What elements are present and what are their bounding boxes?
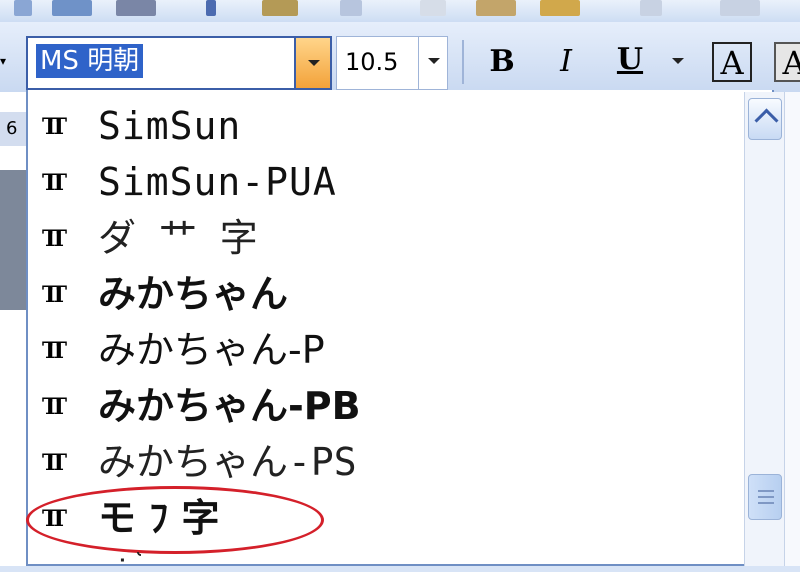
truetype-font-icon: TT [42,394,67,420]
font-item-mikachan-pb[interactable]: TT みかちゃん-PB [28,378,744,434]
toolbar-icon-partial[interactable] [340,0,362,16]
truetype-font-icon: TT [42,282,67,308]
document-area: 6 [0,92,26,566]
annotation-ellipse [26,486,324,554]
document-shade [0,170,26,310]
font-item-mikachan[interactable]: TT みかちゃん [28,266,744,322]
scroll-thumb-grip-icon [758,496,774,498]
underline-dropdown-icon[interactable] [672,58,684,64]
toolbar-icon-partial[interactable] [420,0,446,16]
toolbar-icon-partial[interactable] [206,0,216,16]
dropdown-arrow-icon [428,58,440,64]
font-item-mikachan-p[interactable]: TT みかちゃん-P [28,322,744,378]
font-item-partial[interactable]: ᐧ ʿ [118,552,198,572]
ruler-number: 6 [6,118,18,139]
truetype-font-icon: TT [42,114,67,140]
toolbar-icon-partial[interactable] [116,0,156,16]
font-item-label: みかちゃん-P [98,328,325,372]
window-edge [784,92,800,566]
font-item-label: みかちゃん-PS [98,440,357,484]
font-item-label: みかちゃん-PB [98,384,361,428]
font-size-dropdown-button[interactable] [418,36,448,90]
truetype-font-icon: TT [42,170,67,196]
font-name-input[interactable]: MS 明朝 [36,44,144,78]
font-item-simsun[interactable]: TT SimSun [28,98,744,154]
scroll-thumb-grip-icon [758,502,774,504]
font-name-combobox[interactable]: MS 明朝 [26,36,332,90]
toolbar-icon-partial[interactable] [52,0,92,16]
toolbar-icon-partial[interactable] [262,0,298,16]
truetype-font-icon: TT [42,226,67,252]
character-border-button[interactable]: A [712,42,752,82]
toolbar-icon-partial[interactable] [640,0,662,16]
toolbar-icon-partial[interactable] [540,0,580,16]
scroll-thumb[interactable] [748,474,782,520]
chevron-down-icon[interactable]: ▾ [0,52,12,70]
font-item-label: SimSun [98,104,242,148]
font-item-mikachan-ps[interactable]: TT みかちゃん-PS [28,434,744,490]
font-size-input[interactable]: 10.5 [345,47,398,77]
toolbar-icon-partial[interactable] [14,0,32,16]
toolbar-icon-partial[interactable] [720,0,760,16]
toolbar-icon-partial[interactable] [476,0,516,16]
font-item-label: ダ ⺾ 字 [98,216,258,260]
scroll-thumb-grip-icon [758,490,774,492]
font-name-dropdown-button[interactable] [294,36,332,90]
toolbar-separator [462,40,464,84]
italic-button[interactable]: I [548,42,584,82]
bold-button[interactable]: B [484,42,520,82]
font-item-dagger-ji[interactable]: TT ダ ⺾ 字 [28,210,744,266]
underline-button[interactable]: U [612,42,648,82]
truetype-font-icon: TT [42,338,67,364]
scroll-up-icon [754,108,779,133]
font-item-simsun-pua[interactable]: TT SimSun-PUA [28,154,744,210]
font-item-label: SimSun-PUA [98,160,337,204]
truetype-font-icon: TT [42,450,67,476]
character-shading-button[interactable]: A [774,42,800,82]
font-item-label: みかちゃん [98,272,289,316]
standard-toolbar [0,0,800,23]
dropdown-arrow-icon [308,60,320,66]
scroll-up-button[interactable] [748,98,782,140]
